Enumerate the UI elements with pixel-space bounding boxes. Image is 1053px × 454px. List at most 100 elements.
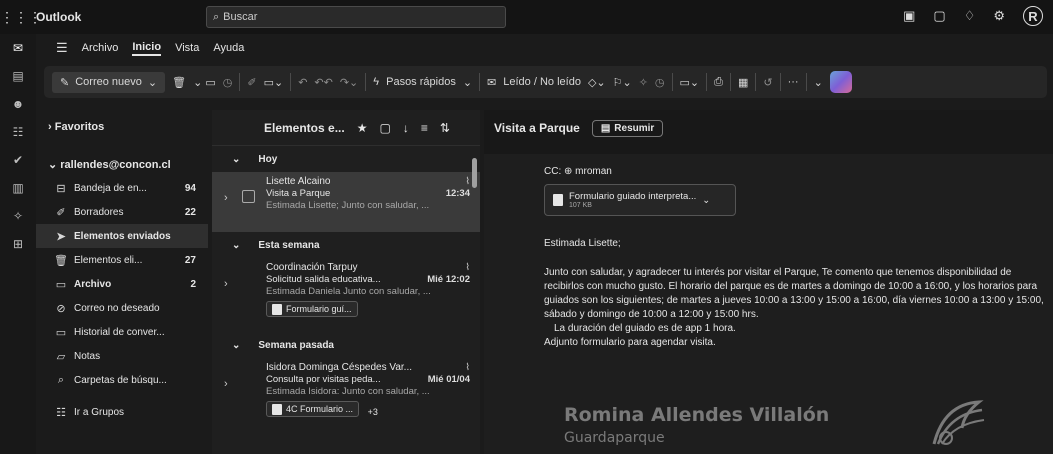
message-item[interactable]: › Coordinación Tarpuy ⌇ Solicitud salida… bbox=[212, 258, 480, 332]
message-subject: Visita a Parque bbox=[266, 188, 331, 199]
read-unread-button[interactable]: Leído / No leído bbox=[503, 76, 581, 88]
list-scrollbar[interactable] bbox=[472, 158, 477, 188]
message-body: CC: ⊕ mroman Formulario guiado interpret… bbox=[484, 154, 1053, 454]
chat-icon[interactable]: ▢ bbox=[933, 8, 945, 24]
message-list-header: Elementos e... ★ ▢ ↓ ≡ ⇅ bbox=[212, 110, 480, 146]
menu-bar: ☰ Archivo Inicio Vista Ayuda bbox=[36, 34, 1053, 62]
folder-drafts[interactable]: ✐ Borradores 22 bbox=[36, 200, 208, 224]
policy-icon[interactable]: ▭⌄ bbox=[680, 76, 700, 89]
immersive-reader-icon[interactable]: ▦ bbox=[738, 76, 748, 89]
people-icon[interactable]: ☻ bbox=[0, 90, 36, 118]
attachment-card[interactable]: Formulario guiado interpreta... 107 KB ⌄ bbox=[544, 184, 736, 216]
favorites-header[interactable]: › Favoritos bbox=[36, 116, 208, 138]
attachment-name: Formulario guiado interpreta... bbox=[569, 191, 697, 202]
tab-ayuda[interactable]: Ayuda bbox=[213, 42, 244, 54]
tab-archivo[interactable]: Archivo bbox=[82, 42, 119, 54]
apps-icon[interactable]: ✧ bbox=[0, 202, 36, 230]
hamburger-icon[interactable]: ☰ bbox=[56, 40, 68, 56]
message-item[interactable]: › Isidora Dominga Céspedes Var... ⌇ Cons… bbox=[212, 358, 480, 432]
chevron-down-icon[interactable]: ⌄ bbox=[814, 76, 823, 89]
account-header[interactable]: ⌄ rallendes@concon.cl bbox=[36, 154, 208, 176]
groups-icon[interactable]: ☷ bbox=[0, 118, 36, 146]
delete-icon[interactable]: 🗑︎ bbox=[172, 76, 186, 89]
star-icon[interactable]: ★ bbox=[357, 121, 368, 135]
filter-icon[interactable]: ≡ bbox=[421, 121, 428, 135]
reply-all-icon[interactable]: ↶↶ bbox=[314, 76, 332, 89]
forward-icon[interactable]: ↷⌄ bbox=[340, 76, 358, 89]
section-this-week[interactable]: ⌄ Esta semana bbox=[212, 232, 480, 258]
todo-icon[interactable]: ✔ bbox=[0, 146, 36, 174]
quick-steps-icon: ϟ bbox=[373, 76, 380, 88]
report-icon[interactable]: ◷ bbox=[223, 76, 233, 89]
folder-archive[interactable]: ▭ Archivo 2 bbox=[36, 272, 208, 296]
chevron-down-icon[interactable]: ⌄ bbox=[702, 195, 710, 206]
folder-conversation-history[interactable]: ▭ Historial de conver... bbox=[36, 320, 208, 344]
copilot-icon[interactable] bbox=[829, 71, 852, 93]
groups-icon: ☷ bbox=[56, 406, 66, 419]
tab-inicio[interactable]: Inicio bbox=[132, 41, 162, 56]
jump-icon[interactable]: ↓ bbox=[403, 121, 409, 135]
chevron-down-icon: ⌄ bbox=[48, 159, 58, 171]
chevron-right-icon[interactable]: › bbox=[224, 378, 228, 390]
move-icon[interactable]: ▭⌄ bbox=[264, 76, 284, 89]
app-rail: ✉ ▤ ☻ ☷ ✔ ▥ ✧ ⊞ bbox=[0, 34, 36, 454]
trash-icon: 🗑︎ bbox=[54, 254, 68, 267]
more-attachments-count[interactable]: +3 bbox=[368, 407, 378, 417]
chevron-right-icon[interactable]: › bbox=[224, 192, 228, 204]
drafts-icon: ✐ bbox=[56, 206, 66, 219]
chevron-right-icon[interactable]: › bbox=[224, 278, 228, 290]
attachment-chip[interactable]: 4C Formulario ... bbox=[266, 401, 360, 417]
message-preview: Estimada Lisette; Junto con saludar, ... bbox=[266, 200, 430, 211]
undo-icon[interactable]: ↺ bbox=[763, 76, 772, 89]
message-item[interactable]: › Lisette Alcaino ⌇ Visita a Parque 12:3… bbox=[212, 172, 480, 232]
paperclip-icon: ⌇ bbox=[465, 262, 470, 273]
list-title: Elementos e... bbox=[264, 120, 345, 135]
chevron-down-icon[interactable]: ⌄ bbox=[463, 76, 472, 89]
folder-inbox[interactable]: ⊟ Bandeja de en... 94 bbox=[36, 176, 208, 200]
section-today[interactable]: ⌄ Hoy bbox=[212, 146, 480, 172]
summarize-button[interactable]: ▤ Resumir bbox=[591, 119, 664, 137]
mail-icon[interactable]: ✉ bbox=[0, 34, 36, 62]
archive-icon[interactable]: ⌄ ▭ bbox=[193, 76, 216, 89]
calendar-icon[interactable]: ▣ bbox=[903, 8, 915, 24]
search-input[interactable]: Buscar bbox=[223, 11, 257, 23]
go-to-groups[interactable]: ☷ Ir a Grupos bbox=[36, 400, 208, 424]
paperclip-icon: ⌇ bbox=[465, 176, 470, 187]
attachment-chip[interactable]: Formulario guí... bbox=[266, 301, 358, 317]
search-box[interactable]: ⌕ Buscar bbox=[206, 6, 506, 28]
flag-icon[interactable]: ⚐⌄ bbox=[613, 76, 632, 89]
section-last-week[interactable]: ⌄ Semana pasada bbox=[212, 332, 480, 358]
select-icon[interactable]: ▢ bbox=[379, 121, 390, 135]
gear-icon[interactable]: ⚙ bbox=[993, 8, 1005, 24]
print-icon[interactable]: ⎙ bbox=[714, 76, 723, 89]
tab-vista[interactable]: Vista bbox=[175, 42, 199, 54]
bell-icon[interactable]: ♢ bbox=[964, 8, 976, 24]
sweep-icon[interactable]: ✐ bbox=[247, 76, 256, 89]
sort-icon[interactable]: ⇅ bbox=[440, 121, 450, 135]
more-apps-icon[interactable]: ⊞ bbox=[0, 230, 36, 258]
divider bbox=[805, 73, 807, 91]
select-checkbox[interactable] bbox=[242, 190, 255, 203]
folder-search-folders[interactable]: ⌕ Carpetas de búsqu... bbox=[36, 368, 208, 392]
cc-line[interactable]: CC: ⊕ mroman bbox=[544, 166, 612, 177]
app-launcher-icon[interactable]: ⋮⋮⋮ bbox=[0, 9, 42, 26]
divider bbox=[239, 73, 241, 91]
message-time: 12:34 bbox=[445, 188, 470, 199]
more-options-icon[interactable]: ··· bbox=[788, 76, 799, 88]
snooze-icon[interactable]: ◷ bbox=[655, 76, 665, 89]
reply-icon[interactable]: ↶ bbox=[298, 76, 307, 89]
folder-sent[interactable]: ➤ Elementos enviados bbox=[36, 224, 208, 248]
tag-icon[interactable]: ◇⌄ bbox=[588, 76, 606, 89]
divider bbox=[706, 73, 708, 91]
folder-notes[interactable]: ▱ Notas bbox=[36, 344, 208, 368]
folder-deleted[interactable]: 🗑︎ Elementos eli... 27 bbox=[36, 248, 208, 272]
calendar-app-icon[interactable]: ▤ bbox=[0, 62, 36, 90]
pin-icon[interactable]: ✧ bbox=[639, 76, 648, 89]
chevron-down-icon[interactable]: ⌄ bbox=[148, 76, 157, 89]
folder-junk[interactable]: ⊘ Correo no deseado bbox=[36, 296, 208, 320]
new-mail-button[interactable]: ✎ Correo nuevo ⌄ bbox=[52, 71, 166, 93]
divider bbox=[479, 73, 481, 91]
quick-steps-button[interactable]: Pasos rápidos bbox=[386, 76, 456, 88]
avatar[interactable]: R bbox=[1023, 6, 1043, 26]
files-icon[interactable]: ▥ bbox=[0, 174, 36, 202]
